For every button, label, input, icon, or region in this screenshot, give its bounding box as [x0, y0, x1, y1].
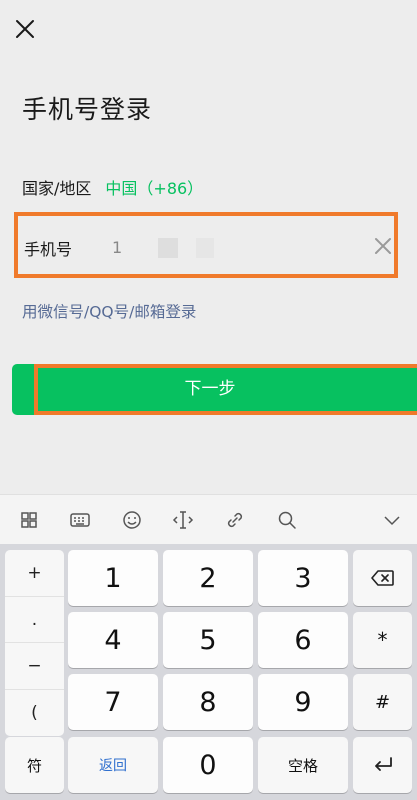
plus-key[interactable]: + — [5, 550, 64, 597]
dot-key[interactable]: . — [5, 597, 64, 643]
page-title: 手机号登录 — [22, 95, 153, 124]
alt-login-link[interactable]: 用微信号/QQ号/邮箱登录 — [22, 300, 196, 322]
search-icon[interactable] — [276, 509, 298, 531]
minus-key[interactable]: − — [5, 643, 64, 690]
symbol-key[interactable]: 符 — [5, 737, 64, 793]
space-key[interactable]: 空格 — [258, 737, 348, 793]
region-label: 国家/地区 — [22, 179, 92, 198]
key-5[interactable]: 5 — [163, 612, 253, 668]
region-selector[interactable]: 国家/地区 中国（+86） — [22, 176, 203, 198]
region-value[interactable]: 中国（+86） — [105, 175, 203, 199]
chevron-down-icon[interactable] — [381, 509, 403, 531]
redacted-digits — [196, 238, 214, 258]
clear-icon — [375, 238, 391, 254]
key-9[interactable]: 9 — [258, 674, 348, 730]
key-3[interactable]: 3 — [258, 550, 348, 606]
key-1[interactable]: 1 — [68, 550, 158, 606]
key-6[interactable]: 6 — [258, 612, 348, 668]
cursor-icon[interactable] — [172, 509, 194, 531]
clear-button[interactable] — [374, 237, 392, 255]
emoji-icon[interactable] — [121, 509, 143, 531]
close-button[interactable] — [14, 18, 36, 40]
phone-label: 手机号 — [24, 240, 73, 259]
key-8[interactable]: 8 — [163, 674, 253, 730]
star-key[interactable]: * — [353, 612, 412, 668]
keyboard-toolbar — [0, 494, 417, 544]
key-4[interactable]: 4 — [68, 612, 158, 668]
phone-row: 手机号 — [14, 212, 398, 278]
backspace-key[interactable] — [353, 550, 412, 606]
paren-key[interactable]: ( — [5, 690, 64, 737]
close-icon — [16, 20, 34, 38]
back-key[interactable]: 返回 — [68, 737, 158, 793]
link-icon[interactable] — [224, 509, 246, 531]
backspace-icon — [370, 570, 394, 586]
enter-key[interactable] — [353, 737, 412, 793]
enter-icon — [374, 757, 392, 771]
keyboard-icon[interactable] — [69, 509, 91, 531]
key-2[interactable]: 2 — [163, 550, 253, 606]
next-button-label: 下一步 — [184, 379, 236, 399]
key-7[interactable]: 7 — [68, 674, 158, 730]
key-0[interactable]: 0 — [163, 737, 253, 793]
numeric-keyboard: + . − ( 1 2 3 4 5 6 * 7 8 9 # 符 返回 0 空格 — [0, 544, 417, 800]
symbol-panel: + . − ( — [5, 550, 64, 736]
redacted-digits — [158, 238, 178, 258]
hash-key[interactable]: # — [353, 674, 412, 730]
grid-icon[interactable] — [18, 509, 40, 531]
